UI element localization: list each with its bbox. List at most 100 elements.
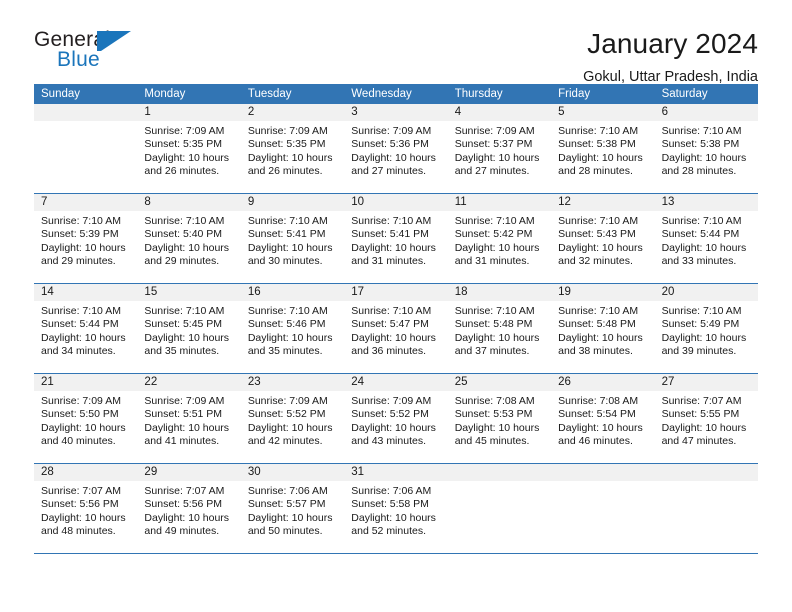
day-cell[interactable]: 26 Sunrise: 7:08 AM Sunset: 5:54 PM Dayligh…	[551, 374, 655, 463]
day-cell[interactable]: 21 Sunrise: 7:09 AM Sunset: 5:50 PM Dayligh…	[34, 374, 138, 463]
sunrise-text: Sunrise: 7:09 AM	[144, 395, 225, 407]
sunrise-text: Sunrise: 7:10 AM	[247, 305, 328, 317]
day-cell[interactable]: 20 Sunrise: 7:10 AM Sunset: 5:49 PM Dayligh…	[654, 284, 758, 373]
sunset-text: Sunset: 5:51 PM	[144, 408, 223, 421]
day-cell[interactable]: 22 Sunrise: 7:09 AM Sunset: 5:51 PM Dayligh…	[137, 374, 241, 463]
daylight-text: Daylight: 10 hours and 42 minutes.	[247, 421, 333, 448]
day-cell[interactable]: 3 Sunrise: 7:09 AM Sunset: 5:36 PM Daylight…	[344, 104, 448, 193]
sunset-text: Sunset: 5:44 PM	[661, 228, 740, 241]
day-cell[interactable]: 11 Sunrise: 7:10 AM Sunset: 5:42 PM Dayligh…	[447, 194, 552, 283]
weekday-sunday: Sunday	[41, 88, 81, 100]
day-cell[interactable]: 12 Sunrise: 7:10 AM Sunset: 5:43 PM Dayligh…	[551, 194, 655, 283]
sunset-text: Sunset: 5:57 PM	[247, 498, 326, 511]
day-cell[interactable]: 19 Sunrise: 7:10 AM Sunset: 5:48 PM Dayligh…	[551, 284, 655, 373]
day-number: 28	[34, 464, 138, 481]
sunrise-text: Sunrise: 7:10 AM	[41, 215, 121, 227]
day-details: Sunrise: 7:10 AM Sunset: 5:42 PM Daylight:…	[448, 211, 551, 269]
day-cell[interactable]: 18 Sunrise: 7:10 AM Sunset: 5:48 PM Dayligh…	[447, 284, 552, 373]
day-details: Sunrise: 7:10 AM Sunset: 5:38 PM Daylight:…	[655, 121, 758, 179]
day-details: Sunrise: 7:10 AM Sunset: 5:48 PM Daylight:…	[448, 301, 551, 359]
day-cell[interactable]: 6 Sunrise: 7:10 AM Sunset: 5:38 PM Daylight…	[654, 104, 758, 193]
day-details: Sunrise: 7:10 AM Sunset: 5:47 PM Daylight:…	[344, 301, 447, 359]
day-cell[interactable]: 15 Sunrise: 7:10 AM Sunset: 5:45 PM Dayligh…	[137, 284, 241, 373]
day-number: 11	[447, 194, 552, 211]
day-cell[interactable]: 28 Sunrise: 7:07 AM Sunset: 5:56 PM Dayligh…	[34, 464, 138, 553]
daylight-text: Daylight: 10 hours and 33 minutes.	[661, 241, 747, 268]
day-number	[654, 464, 758, 481]
daylight-text: Daylight: 10 hours and 41 minutes.	[144, 421, 230, 448]
day-cell[interactable]: 14 Sunrise: 7:10 AM Sunset: 5:44 PM Dayligh…	[34, 284, 138, 373]
day-cell[interactable]: 1 Sunrise: 7:09 AM Sunset: 5:35 PM Daylight…	[137, 104, 241, 193]
daylight-text: Daylight: 10 hours and 37 minutes.	[454, 331, 540, 358]
day-cell[interactable]: 2 Sunrise: 7:09 AM Sunset: 5:35 PM Daylight…	[240, 104, 345, 193]
day-cell[interactable]: 23 Sunrise: 7:09 AM Sunset: 5:52 PM Dayligh…	[240, 374, 345, 463]
day-cell-empty	[34, 104, 138, 193]
day-cell[interactable]: 30 Sunrise: 7:06 AM Sunset: 5:57 PM Dayligh…	[240, 464, 345, 553]
day-number: 14	[34, 284, 138, 301]
day-number: 3	[344, 104, 448, 121]
day-cell[interactable]: 17 Sunrise: 7:10 AM Sunset: 5:47 PM Dayligh…	[344, 284, 448, 373]
day-cell[interactable]: 9 Sunrise: 7:10 AM Sunset: 5:41 PM Daylight…	[240, 194, 345, 283]
sunrise-text: Sunrise: 7:07 AM	[144, 485, 225, 497]
flag-triangle-icon	[97, 31, 131, 51]
weekday-saturday: Saturday	[661, 88, 708, 100]
day-number: 25	[447, 374, 552, 391]
day-details: Sunrise: 7:10 AM Sunset: 5:44 PM Daylight:…	[34, 301, 137, 359]
sunset-text: Sunset: 5:48 PM	[454, 318, 533, 331]
weekday-monday: Monday	[144, 88, 186, 100]
sunrise-text: Sunrise: 7:10 AM	[661, 215, 742, 227]
day-number	[447, 464, 552, 481]
daylight-text: Daylight: 10 hours and 39 minutes.	[661, 331, 747, 358]
generalblue-logo[interactable]: General Blue	[34, 28, 146, 74]
day-cell[interactable]: 13 Sunrise: 7:10 AM Sunset: 5:44 PM Dayligh…	[654, 194, 758, 283]
sunrise-text: Sunrise: 7:09 AM	[247, 395, 328, 407]
sunrise-text: Sunrise: 7:10 AM	[558, 215, 639, 227]
day-number: 20	[654, 284, 758, 301]
day-cell[interactable]: 8 Sunrise: 7:10 AM Sunset: 5:40 PM Daylight…	[137, 194, 241, 283]
sunrise-text: Sunrise: 7:10 AM	[454, 305, 535, 317]
day-cell[interactable]: 16 Sunrise: 7:10 AM Sunset: 5:46 PM Dayligh…	[240, 284, 345, 373]
day-cell[interactable]: 5 Sunrise: 7:10 AM Sunset: 5:38 PM Daylight…	[551, 104, 655, 193]
daylight-text: Daylight: 10 hours and 50 minutes.	[247, 511, 333, 538]
day-cell[interactable]: 25 Sunrise: 7:08 AM Sunset: 5:53 PM Dayligh…	[447, 374, 552, 463]
day-number: 26	[551, 374, 655, 391]
sunset-text: Sunset: 5:41 PM	[247, 228, 326, 241]
sunrise-text: Sunrise: 7:09 AM	[351, 125, 432, 137]
sunset-text: Sunset: 5:56 PM	[144, 498, 223, 511]
daylight-text: Daylight: 10 hours and 27 minutes.	[454, 151, 540, 178]
day-cell[interactable]: 4 Sunrise: 7:09 AM Sunset: 5:37 PM Daylight…	[447, 104, 552, 193]
sunrise-text: Sunrise: 7:08 AM	[454, 395, 535, 407]
weekday-header-row: Sunday Monday Tuesday Wednesday Thursday…	[34, 84, 758, 104]
daylight-text: Daylight: 10 hours and 35 minutes.	[247, 331, 333, 358]
sunset-text: Sunset: 5:37 PM	[454, 138, 533, 151]
day-number: 17	[344, 284, 448, 301]
day-cell[interactable]: 31 Sunrise: 7:06 AM Sunset: 5:58 PM Dayligh…	[344, 464, 448, 553]
sunrise-text: Sunrise: 7:08 AM	[558, 395, 639, 407]
daylight-text: Daylight: 10 hours and 52 minutes.	[351, 511, 436, 538]
day-cell[interactable]: 10 Sunrise: 7:10 AM Sunset: 5:41 PM Dayligh…	[344, 194, 448, 283]
day-number: 24	[344, 374, 448, 391]
day-number: 27	[654, 374, 758, 391]
day-details: Sunrise: 7:09 AM Sunset: 5:35 PM Daylight:…	[137, 121, 240, 179]
daylight-text: Daylight: 10 hours and 43 minutes.	[351, 421, 436, 448]
day-details: Sunrise: 7:10 AM Sunset: 5:45 PM Daylight:…	[137, 301, 240, 359]
day-details: Sunrise: 7:06 AM Sunset: 5:58 PM Daylight:…	[344, 481, 447, 539]
day-details: Sunrise: 7:09 AM Sunset: 5:37 PM Daylight:…	[448, 121, 551, 179]
sunrise-text: Sunrise: 7:10 AM	[144, 215, 225, 227]
daylight-text: Daylight: 10 hours and 26 minutes.	[247, 151, 333, 178]
calendar-week-row: 1 Sunrise: 7:09 AM Sunset: 5:35 PM Daylight…	[34, 104, 758, 194]
day-number: 16	[240, 284, 345, 301]
sunrise-text: Sunrise: 7:09 AM	[41, 395, 121, 407]
sunset-text: Sunset: 5:56 PM	[41, 498, 119, 511]
day-details: Sunrise: 7:08 AM Sunset: 5:53 PM Daylight:…	[448, 391, 551, 449]
day-cell[interactable]: 27 Sunrise: 7:07 AM Sunset: 5:55 PM Dayligh…	[654, 374, 758, 463]
logo-text-blue: Blue	[57, 48, 100, 71]
calendar-page: General Blue January 2024 Gokul, Uttar P…	[0, 0, 792, 612]
day-cell[interactable]: 24 Sunrise: 7:09 AM Sunset: 5:52 PM Dayligh…	[344, 374, 448, 463]
sunset-text: Sunset: 5:53 PM	[454, 408, 533, 421]
day-cell[interactable]: 29 Sunrise: 7:07 AM Sunset: 5:56 PM Dayligh…	[137, 464, 241, 553]
daylight-text: Daylight: 10 hours and 48 minutes.	[41, 511, 126, 538]
day-cell[interactable]: 7 Sunrise: 7:10 AM Sunset: 5:39 PM Daylight…	[34, 194, 138, 283]
sunrise-text: Sunrise: 7:10 AM	[351, 215, 432, 227]
day-number: 15	[137, 284, 241, 301]
